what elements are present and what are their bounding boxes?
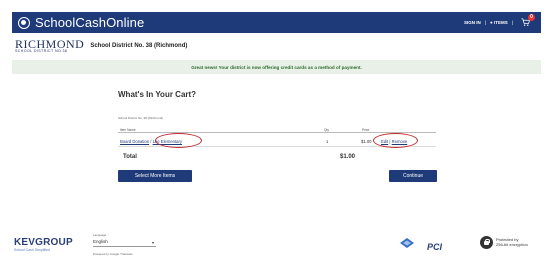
- total-value: $1.00: [340, 154, 356, 160]
- highlight-circle-actions: [373, 133, 418, 148]
- protected-line-2: 256-bit encryption: [496, 242, 528, 248]
- nav-separator: |: [484, 20, 486, 25]
- cart-table-header: Item Name Qty Price: [118, 128, 436, 133]
- highlight-circle-school: [155, 133, 202, 148]
- district-logo-sub: SCHOOL DISTRICT NO.38: [15, 49, 68, 53]
- kevgroup-logo[interactable]: KEVGROUP School Cash Simplified: [14, 237, 73, 252]
- items-link[interactable]: ● ITEMS: [490, 20, 508, 25]
- kevgroup-name: KEVGROUP: [14, 237, 73, 248]
- continue-button[interactable]: Continue: [389, 170, 437, 182]
- schoolcash-logo[interactable]: SchoolCashOnline: [18, 15, 144, 30]
- col-price: Price: [362, 128, 370, 132]
- total-label: Total: [123, 154, 137, 160]
- language-value: English: [93, 239, 108, 244]
- encryption-notice: Protected by 256-bit encryption: [496, 237, 528, 247]
- items-label: ITEMS: [493, 20, 508, 25]
- cart-title: What's In Your Cart?: [118, 90, 197, 99]
- cart-count-badge: 0: [528, 14, 535, 21]
- top-right-nav: SIGN IN | ● ITEMS | 0: [464, 14, 535, 27]
- nav-separator-2: |: [511, 20, 513, 25]
- powered-by-translate: Powered by Google Translate: [93, 252, 133, 256]
- district-header: RICHMOND SCHOOL DISTRICT NO.38 School Di…: [15, 38, 187, 54]
- item-qty: 1: [326, 139, 329, 144]
- language-label: Language: [93, 233, 107, 237]
- select-more-items-button[interactable]: Select More Items: [118, 170, 192, 182]
- top-nav-bar: SchoolCashOnline SIGN IN | ● ITEMS | 0: [12, 12, 541, 33]
- pci-compliance-badge: PCI: [427, 237, 457, 252]
- kevgroup-tagline: School Cash Simplified: [14, 248, 50, 252]
- page-footer: KEVGROUP School Cash Simplified Language…: [0, 225, 554, 258]
- pci-logo-text: PCI: [427, 242, 443, 252]
- chevron-down-icon: ▾: [151, 240, 154, 245]
- language-select[interactable]: English ▾: [93, 239, 156, 247]
- user-icon: ●: [489, 20, 493, 25]
- item-separator: /: [150, 139, 152, 144]
- logo-mark-icon: [18, 16, 30, 29]
- item-price: $1.00: [361, 139, 372, 144]
- district-logo: RICHMOND SCHOOL DISTRICT NO.38: [15, 38, 84, 54]
- sign-in-link[interactable]: SIGN IN: [464, 20, 481, 25]
- brand-name: SchoolCashOnline: [35, 15, 145, 30]
- info-banner: Great news! Your district is now offerin…: [12, 60, 541, 74]
- lock-icon: [480, 236, 493, 249]
- district-name: School District No. 38 (Richmond): [90, 42, 188, 49]
- security-badge-icon: [400, 238, 414, 248]
- col-qty: Qty: [324, 128, 329, 132]
- cart-button[interactable]: 0: [521, 14, 535, 27]
- item-name-link[interactable]: Board Donation: [120, 139, 149, 144]
- cart-district-label: School District No. 38 (Richmond): [118, 116, 164, 120]
- col-item-name: Item Name: [120, 128, 136, 132]
- banner-text: Great news! Your district is now offerin…: [191, 64, 362, 70]
